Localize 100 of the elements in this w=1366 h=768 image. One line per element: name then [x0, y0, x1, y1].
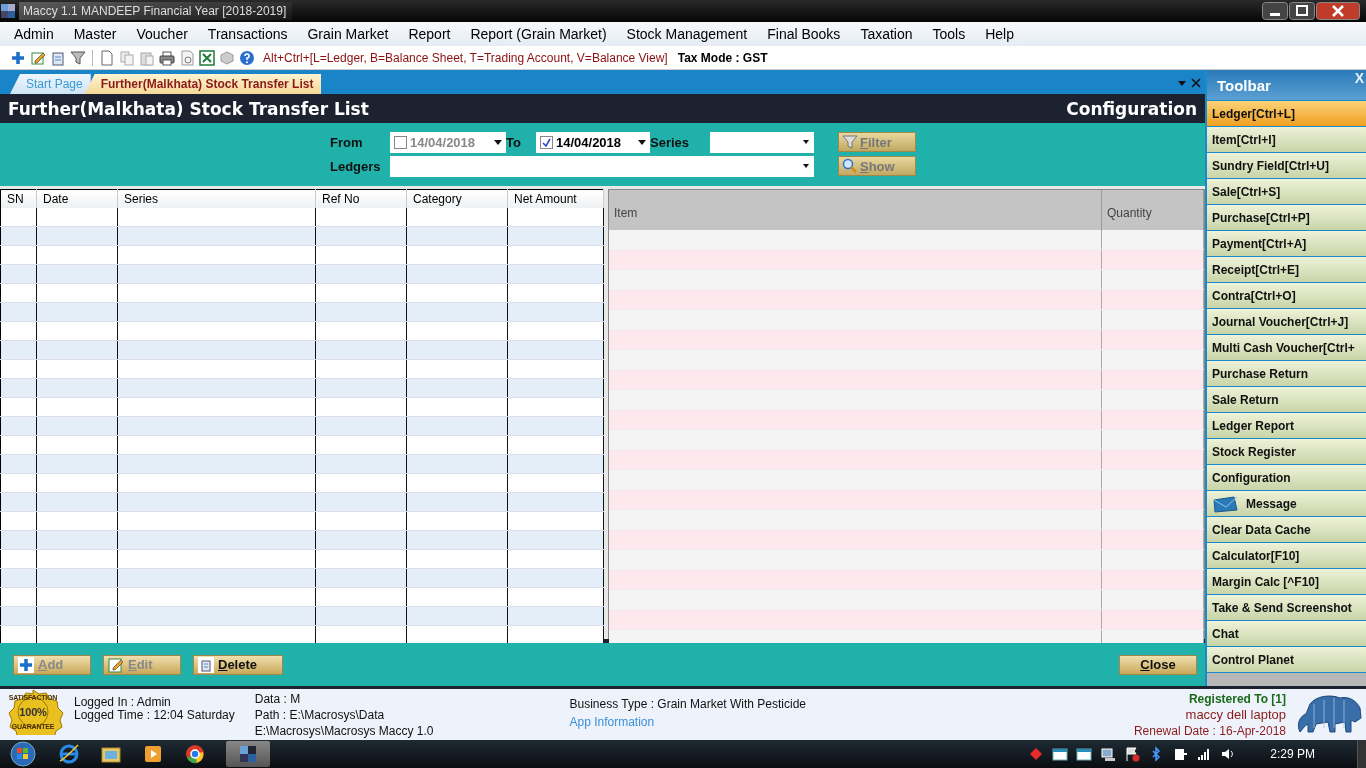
- toolbar-item[interactable]: Journal Voucher[Ctrl+J]: [1207, 309, 1366, 334]
- menu-item[interactable]: Master: [63, 24, 127, 44]
- toolbar-item[interactable]: Sundry Field[Ctrl+U]: [1207, 153, 1366, 178]
- help-icon[interactable]: [239, 49, 255, 66]
- menu-item[interactable]: Voucher: [126, 24, 198, 44]
- menu-item[interactable]: Tools: [922, 24, 976, 44]
- ledgers-label: Ledgers: [330, 158, 382, 174]
- toolbar-item[interactable]: Item[Ctrl+I]: [1207, 127, 1366, 152]
- filter-icon[interactable]: [70, 49, 86, 66]
- toolbar-item[interactable]: Chat: [1207, 621, 1366, 646]
- menu-item[interactable]: Help: [975, 24, 1024, 44]
- tax-mode-label: Tax Mode : GST: [677, 50, 768, 65]
- chrome-icon[interactable]: [184, 743, 206, 765]
- toolbar-item[interactable]: Message: [1207, 491, 1366, 516]
- date-field[interactable]: 14/04/2018: [536, 131, 650, 153]
- menu-item[interactable]: Admin: [4, 24, 64, 44]
- shortcut-hint: Alt+Ctrl+[L=Ledger, B=Balance Sheet, T=Trading Account, V=Balance View]: [263, 50, 668, 65]
- power-icon[interactable]: [1172, 746, 1189, 762]
- menu-item[interactable]: Report (Grain Market): [460, 24, 617, 44]
- data-label: Data : M: [254, 691, 302, 707]
- window-icon[interactable]: [1076, 746, 1093, 762]
- column-header[interactable]: Ref No: [315, 189, 407, 208]
- add-icon: [18, 656, 34, 673]
- checkbox[interactable]: [540, 135, 553, 149]
- network-icon[interactable]: [1100, 746, 1117, 762]
- app-icon: [0, 3, 16, 19]
- toolbar-item[interactable]: Payment[Ctrl+A]: [1207, 231, 1366, 256]
- window-title: Maccy 1.1 MANDEEP Financial Year [2018-2019]: [19, 2, 293, 20]
- clock: 2:29 PM: [1270, 747, 1315, 761]
- menu-item[interactable]: Taxation: [850, 24, 923, 44]
- toolbar-item[interactable]: Purchase[Ctrl+P]: [1207, 205, 1366, 230]
- document-icon[interactable]: [99, 49, 115, 66]
- toolbar-item[interactable]: Take & Send Screenshot: [1207, 595, 1366, 620]
- excel-icon[interactable]: [199, 49, 215, 66]
- renewal-date-label: Renewal Date : 16-Apr-2018: [1133, 723, 1286, 739]
- flag-icon[interactable]: [1124, 746, 1141, 762]
- close-icon[interactable]: [1191, 78, 1201, 88]
- toolbar-item[interactable]: Control Planet: [1207, 647, 1366, 672]
- window-icon[interactable]: [1052, 746, 1069, 762]
- dropdown-icon[interactable]: [638, 139, 646, 145]
- maximize-icon[interactable]: [1289, 2, 1315, 20]
- toolbar-item[interactable]: Purchase Return: [1207, 361, 1366, 386]
- close-icon[interactable]: [1316, 2, 1360, 20]
- add-icon[interactable]: [10, 49, 26, 66]
- menu-item[interactable]: Report: [398, 24, 461, 44]
- toolbar-item[interactable]: Contra[Ctrl+O]: [1207, 283, 1366, 308]
- registered-label: Registered To [1]: [1188, 691, 1286, 707]
- column-header[interactable]: Category: [406, 189, 508, 208]
- from-label: From: [330, 134, 364, 150]
- minimize-icon[interactable]: [1262, 2, 1288, 20]
- start-button-icon[interactable]: [8, 741, 38, 767]
- toolbar-item[interactable]: Sale[Ctrl+S]: [1207, 179, 1366, 204]
- toolbar-item[interactable]: Clear Data Cache: [1207, 517, 1366, 542]
- toolbar-item[interactable]: Margin Calc [^F10]: [1207, 569, 1366, 594]
- browser-e-icon[interactable]: [58, 743, 80, 765]
- column-header[interactable]: Net Amount: [507, 189, 604, 208]
- envelope-icon: [1212, 494, 1238, 513]
- preview-icon[interactable]: [179, 49, 195, 66]
- toolbar-item[interactable]: Stock Register: [1207, 439, 1366, 464]
- toolbar-item[interactable]: Multi Cash Voucher[Ctrl+: [1207, 335, 1366, 360]
- toolbar-item[interactable]: Calculator[F10]: [1207, 543, 1366, 568]
- edit-icon[interactable]: [30, 49, 46, 66]
- ledgers-dropdown[interactable]: [390, 155, 814, 177]
- menu-item[interactable]: Final Books: [757, 24, 851, 44]
- registered-name: maccy dell laptop: [1185, 707, 1286, 723]
- column-header[interactable]: Series: [117, 189, 316, 208]
- toolbar-item[interactable]: Ledger[Ctrl+L]: [1207, 101, 1366, 126]
- diamond-icon[interactable]: [1028, 746, 1045, 762]
- menu-item[interactable]: Stock Management: [616, 24, 758, 44]
- logged-time-label: Logged Time : 12:04 Saturday: [74, 709, 235, 722]
- menu-item[interactable]: Transactions: [197, 24, 298, 44]
- toolbar-item[interactable]: Sale Return: [1207, 387, 1366, 412]
- column-header[interactable]: SN: [0, 189, 37, 208]
- column-header[interactable]: Date: [36, 189, 118, 208]
- checkbox[interactable]: [394, 135, 407, 149]
- toolbar-item[interactable]: Configuration: [1207, 465, 1366, 490]
- column-header[interactable]: Item: [609, 190, 1102, 230]
- series-dropdown[interactable]: [710, 131, 814, 153]
- menu-item[interactable]: Grain Market: [297, 24, 399, 44]
- install-path-label: E:\Macrosys\Macrosys Maccy 1.0: [254, 723, 434, 739]
- printer-icon[interactable]: [159, 49, 175, 66]
- media-player-icon[interactable]: [142, 743, 164, 765]
- column-header[interactable]: Quantity: [1101, 190, 1204, 230]
- toolbar-item[interactable]: Receipt[Ctrl+E]: [1207, 257, 1366, 282]
- configuration-link[interactable]: Configuration: [1066, 98, 1197, 119]
- app-icon[interactable]: [238, 744, 258, 764]
- date-field[interactable]: 14/04/2018: [390, 131, 506, 153]
- toolbar-item[interactable]: Ledger Report: [1207, 413, 1366, 438]
- search-icon: [842, 158, 858, 174]
- dropdown-icon[interactable]: [494, 139, 502, 145]
- close-button[interactable]: X: [1354, 70, 1364, 86]
- logged-in-label: Logged In : Admin: [74, 696, 172, 709]
- close-button[interactable]: Close: [1119, 654, 1197, 675]
- panel-title: Toolbar: [1217, 76, 1271, 94]
- dropdown-icon: [803, 164, 809, 168]
- delete-button[interactable]: Delete: [193, 654, 283, 675]
- tab[interactable]: Further(Malkhata) Stock Transfer List: [84, 74, 322, 94]
- path-label: Path : E:\Macrosys\Data: [254, 707, 386, 723]
- filter-icon: [842, 134, 858, 150]
- check-icon: [542, 137, 551, 147]
